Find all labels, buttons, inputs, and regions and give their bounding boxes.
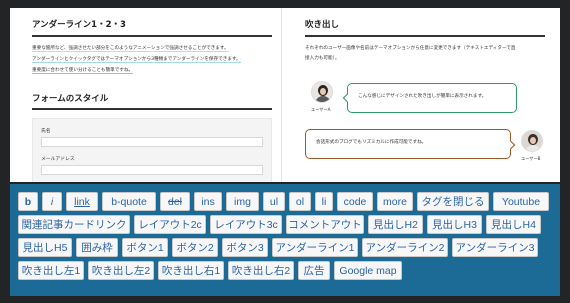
balloon-left: こんな感じにデザインされた吹き出しが簡単に表示されます。	[347, 83, 517, 113]
qt-google-map-button[interactable]: Google map	[334, 261, 402, 280]
balloon-right: 会話形式のブログでもリズミカルに作成可能ですね。	[305, 129, 511, 159]
qt-link-button[interactable]: link	[66, 192, 98, 211]
user-a-name: ユーザーA	[311, 107, 331, 112]
qt-layout-3c-button[interactable]: レイアウト3c	[210, 215, 282, 234]
preview-left-panel: アンダーライン1・2・3 重要な箇所など、強調させたい部分をこのようなアニメーシ…	[10, 8, 282, 182]
heading-rule	[32, 35, 272, 37]
qt-layout-2c-button[interactable]: レイアウト2c	[134, 215, 206, 234]
toolbar-row-4: 吹き出し左1 吹き出し左2 吹き出し右1 吹き出し右2 広告 Google ma…	[18, 261, 402, 280]
qt-img-button[interactable]: img	[226, 192, 259, 211]
qt-h4-button[interactable]: 見出しH4	[486, 215, 541, 234]
qt-code-button[interactable]: code	[337, 192, 373, 211]
qt-button2-button[interactable]: ボタン2	[172, 238, 218, 257]
toolbar-row-2: 関連記事カードリンク レイアウト2c レイアウト3c コメントアウト 見出しH2…	[18, 215, 541, 234]
qt-youtube-button[interactable]: Youtube	[493, 192, 549, 211]
form-box: 氏名 メールアドレス	[32, 118, 272, 182]
email-label: メールアドレス	[41, 157, 75, 162]
user-a-avatar	[311, 81, 333, 103]
balloon-right-text: 会話形式のブログでもリズミカルに作成可能ですね。	[316, 140, 427, 145]
qt-balloon-left1-button[interactable]: 吹き出し左1	[18, 261, 84, 280]
qt-ol-button[interactable]: ol	[289, 192, 311, 211]
qt-ad-button[interactable]: 広告	[298, 261, 330, 280]
qt-close-tags-button[interactable]: タグを閉じる	[417, 192, 489, 211]
qt-button1-button[interactable]: ボタン1	[122, 238, 168, 257]
underline-heading: アンダーライン1・2・3	[32, 20, 126, 30]
preview-right-panel: 吹き出し それぞれのユーザー画像や名前はテーマオプションから任意に変更できます（…	[283, 8, 560, 182]
qt-button3-button[interactable]: ボタン3	[222, 238, 268, 257]
name-field[interactable]	[41, 137, 263, 147]
qt-box-button[interactable]: 囲み枠	[76, 238, 118, 257]
user-b-avatar	[521, 130, 543, 152]
balloon-heading: 吹き出し	[305, 20, 340, 30]
qt-balloon-right2-button[interactable]: 吹き出し右2	[228, 261, 294, 280]
qt-del-button[interactable]: del	[160, 192, 190, 211]
toolbar-row-1: b i link b-quote del ins img ul ol li co…	[18, 192, 549, 211]
form-heading: フォームのスタイル	[32, 94, 109, 104]
qt-more-button[interactable]: more	[377, 192, 413, 211]
qt-underline3-button[interactable]: アンダーライン3	[452, 238, 538, 257]
qt-ul-button[interactable]: ul	[263, 192, 285, 211]
qt-i-button[interactable]: i	[42, 192, 62, 211]
qt-related-card-button[interactable]: 関連記事カードリンク	[18, 215, 130, 234]
qt-comment-out-button[interactable]: コメントアウト	[286, 215, 364, 234]
underline-text-1: 重要な箇所など、強調させたい部分をこのようなアニメーションで強調させることができ…	[32, 46, 229, 52]
qt-underline2-button[interactable]: アンダーライン2	[362, 238, 448, 257]
toolbar-row-3: 見出しH5 囲み枠 ボタン1 ボタン2 ボタン3 アンダーライン1 アンダーライ…	[18, 238, 538, 257]
quicktags-toolbar: b i link b-quote del ins img ul ol li co…	[10, 184, 560, 296]
qt-balloon-right1-button[interactable]: 吹き出し右1	[158, 261, 224, 280]
editor-preview: アンダーライン1・2・3 重要な箇所など、強調させたい部分をこのようなアニメーシ…	[10, 8, 560, 182]
heading-rule	[305, 35, 545, 37]
underline-text-3: 重要度に合わせて使い分けることも簡単ですね。	[32, 68, 134, 74]
qt-b-button[interactable]: b	[18, 192, 38, 211]
name-label: 氏名	[41, 129, 51, 134]
qt-bquote-button[interactable]: b-quote	[102, 192, 156, 211]
qt-ins-button[interactable]: ins	[194, 192, 222, 211]
heading-rule	[32, 108, 272, 110]
balloon-desc-line-1: それぞれのユーザー画像や名前はテーマオプションから任意に変更できます（テキストエ…	[305, 46, 516, 51]
user-b-name: ユーザーB	[521, 156, 541, 161]
underline-text-2: アンダーラインとクイックタグではテーマオプションから3種類までアンダーラインを保…	[32, 57, 241, 63]
balloon-left-text: こんな感じにデザインされた吹き出しが簡単に表示されます。	[358, 94, 487, 99]
qt-h5-button[interactable]: 見出しH5	[18, 238, 72, 257]
balloon-desc-line-2: 接入力も可能）。	[305, 56, 340, 61]
qt-h3-button[interactable]: 見出しH3	[427, 215, 482, 234]
qt-balloon-left2-button[interactable]: 吹き出し左2	[88, 261, 154, 280]
qt-underline1-button[interactable]: アンダーライン1	[272, 238, 358, 257]
qt-li-button[interactable]: li	[315, 192, 333, 211]
email-field[interactable]	[41, 165, 263, 175]
qt-h2-button[interactable]: 見出しH2	[368, 215, 423, 234]
